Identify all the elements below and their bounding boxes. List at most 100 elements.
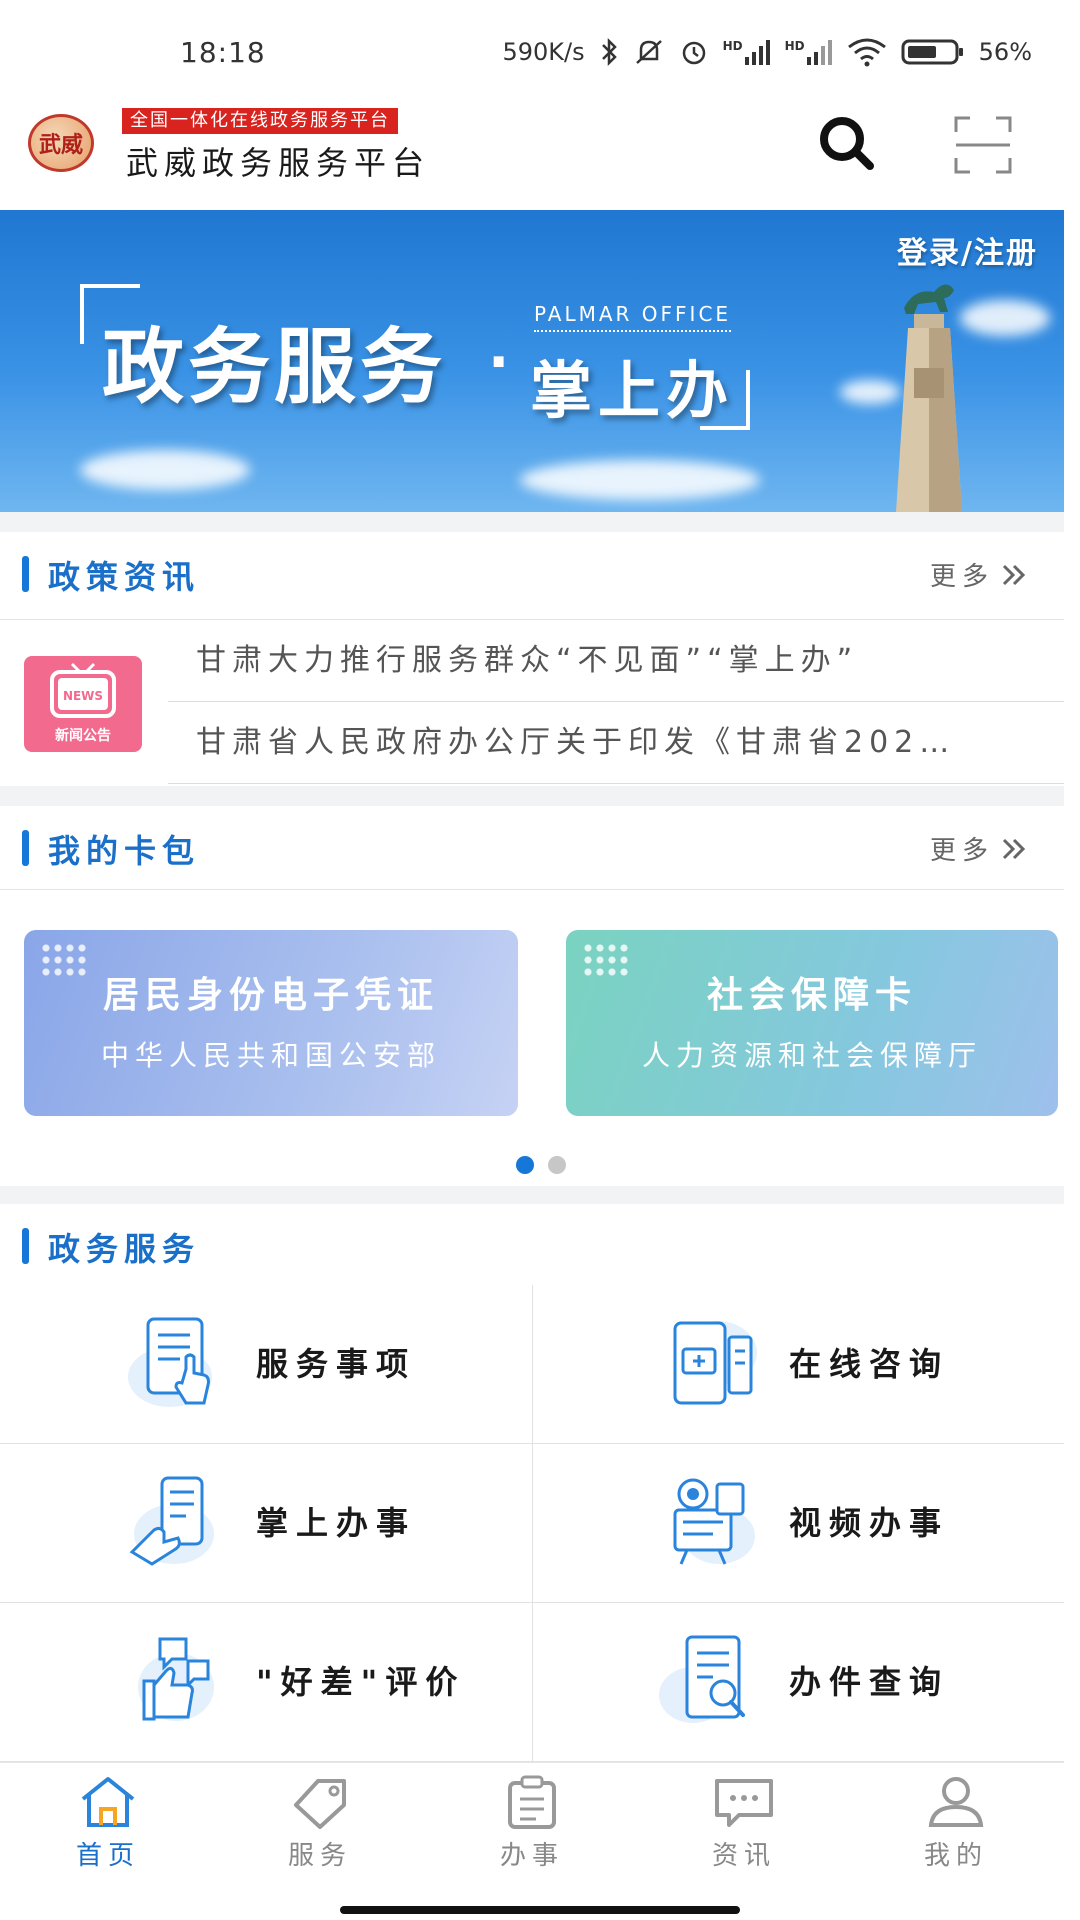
- service-item-mobile-handling[interactable]: 掌上办事: [0, 1444, 532, 1603]
- signal-2-icon: HD: [785, 39, 833, 65]
- net-speed: 590K/s: [502, 38, 585, 66]
- policy-news-list: NEWS 新闻公告 甘肃大力推行服务群众“不见面”“掌上办” 甘肃省人民政府办公…: [0, 620, 1064, 786]
- card-title: 社会保障卡: [706, 975, 917, 1016]
- bottom-nav: 首页 服务 办事 资讯 我的: [0, 1762, 1064, 1920]
- clipboard-icon: [508, 1775, 556, 1829]
- nav-label: 我的: [923, 1841, 988, 1871]
- status-icons: 590K/s HD HD 56%: [502, 30, 1032, 74]
- card-title: 居民身份电子凭证: [102, 975, 439, 1016]
- chat-icon: [715, 1779, 773, 1827]
- platform-subtitle: 全国一体化在线政务服务平台: [122, 108, 398, 134]
- services-grid: 服务事项 在线咨询 掌上办事 视频办事 "好差"评价 办件查询: [0, 1285, 1064, 1763]
- status-time: 18:18: [180, 36, 266, 69]
- services-section-title: 政务服务: [48, 1230, 201, 1268]
- policy-more-link[interactable]: 更多: [930, 556, 1028, 593]
- news-item[interactable]: 甘肃省人民政府办公厅关于印发《甘肃省202…: [168, 702, 1064, 784]
- tag-icon: [294, 1779, 346, 1829]
- services-section-header: 政务服务: [0, 1204, 1064, 1286]
- battery-icon: [901, 38, 965, 66]
- nav-item-home[interactable]: 首页: [48, 1775, 168, 1872]
- video-service-icon: [673, 1478, 755, 1565]
- pager-dot-active[interactable]: [516, 1156, 534, 1174]
- thumbs-up-rating-icon: [138, 1637, 214, 1721]
- svg-text:新闻公告: 新闻公告: [55, 727, 111, 744]
- double-chevron-right-icon: [1002, 838, 1026, 859]
- pager-dot[interactable]: [548, 1156, 566, 1174]
- news-item[interactable]: 甘肃大力推行服务群众“不见面”“掌上办”: [168, 620, 1064, 702]
- phone-hand-icon: [129, 1476, 214, 1566]
- wallet-cards-carousel: 居民身份电子凭证 中华人民共和国公安部 社会保障卡 人力资源和社会保障厅: [0, 890, 1064, 1186]
- horse-monument-image: [896, 284, 962, 512]
- service-label: 在线咨询: [789, 1345, 950, 1383]
- banner-en-text: PALMAR OFFICE: [534, 302, 732, 332]
- nav-label: 资讯: [711, 1841, 776, 1871]
- policy-section-header: 政策资讯 更多: [0, 532, 1064, 620]
- status-bar: 18:18 590K/s HD HD 56%: [0, 0, 1080, 100]
- nav-item-mine[interactable]: 我的: [896, 1775, 1016, 1872]
- nav-item-affairs[interactable]: 办事: [472, 1775, 592, 1872]
- mute-bell-icon: [633, 37, 665, 67]
- section-gap: [0, 512, 1064, 532]
- wallet-section-header: 我的卡包 更多: [0, 806, 1064, 890]
- hero-banner[interactable]: 政务服务 · PALMAR OFFICE 掌上办 登录/注册: [0, 210, 1064, 512]
- signal-2-label: HD: [784, 39, 805, 53]
- wallet-more-link[interactable]: 更多: [930, 830, 1028, 867]
- document-search-icon: [659, 1635, 745, 1723]
- login-register-link[interactable]: 登录/注册: [897, 228, 1038, 272]
- nav-label: 办事: [499, 1841, 564, 1871]
- news-announcement-icon: NEWS 新闻公告: [24, 656, 142, 752]
- section-accent-bar: [22, 1228, 29, 1264]
- service-item-online-consult[interactable]: 在线咨询: [532, 1285, 1064, 1444]
- section-accent-bar: [22, 556, 29, 592]
- nav-item-services[interactable]: 服务: [260, 1775, 380, 1872]
- nav-item-news[interactable]: 资讯: [684, 1775, 804, 1872]
- alarm-icon: [679, 37, 709, 67]
- home-indicator[interactable]: [340, 1906, 740, 1914]
- service-item-rating[interactable]: "好差"评价: [0, 1603, 532, 1762]
- section-gap: [0, 786, 1064, 806]
- wallet-section-title: 我的卡包: [48, 832, 201, 870]
- social-security-card[interactable]: 社会保障卡 人力资源和社会保障厅: [566, 930, 1058, 1116]
- card-issuer: 中华人民共和国公安部: [100, 1039, 441, 1072]
- online-consult-icon: [673, 1321, 757, 1405]
- service-label: 办件查询: [789, 1663, 950, 1701]
- section-gap: [0, 1186, 1064, 1204]
- banner-main-text: 政务服务: [102, 320, 447, 415]
- signal-1-label: HD: [722, 39, 743, 53]
- more-label: 更多: [929, 562, 994, 592]
- service-label: 服务事项: [256, 1345, 417, 1383]
- service-item-case-query[interactable]: 办件查询: [532, 1603, 1064, 1762]
- search-button[interactable]: [816, 114, 878, 174]
- carousel-pager[interactable]: [516, 1156, 566, 1174]
- double-chevron-right-icon: [1002, 564, 1026, 585]
- card-issuer: 人力资源和社会保障厅: [641, 1039, 982, 1072]
- nav-label: 首页: [75, 1841, 140, 1871]
- banner-dot: ·: [488, 330, 510, 395]
- app-title: 武威政务服务平台: [126, 144, 431, 182]
- tablet-touch-icon: [128, 1317, 212, 1407]
- wifi-icon: [847, 37, 887, 67]
- service-label: 掌上办事: [256, 1504, 417, 1542]
- app-logo: 武威: [28, 114, 94, 172]
- service-label: 视频办事: [789, 1504, 950, 1542]
- search-icon: [820, 117, 874, 170]
- more-label: 更多: [929, 836, 994, 866]
- home-icon: [81, 1777, 135, 1827]
- scan-button[interactable]: [952, 114, 1014, 176]
- signal-1-icon: HD: [723, 39, 771, 65]
- logo-text: 武威: [38, 132, 83, 158]
- app-header: 武威 全国一体化在线政务服务平台 武威政务服务平台: [0, 100, 1080, 208]
- policy-section-title: 政策资讯: [48, 558, 201, 596]
- nav-label: 服务: [287, 1841, 352, 1871]
- resident-id-card[interactable]: 居民身份电子凭证 中华人民共和国公安部: [24, 930, 518, 1116]
- service-label: "好差"评价: [256, 1663, 466, 1701]
- bluetooth-icon: [599, 37, 619, 67]
- section-accent-bar: [22, 830, 29, 866]
- service-item-video-handling[interactable]: 视频办事: [532, 1444, 1064, 1603]
- battery-level: 56%: [978, 38, 1032, 66]
- banner-bracket-right: [700, 370, 750, 430]
- service-item-service-matters[interactable]: 服务事项: [0, 1285, 532, 1444]
- svg-text:NEWS: NEWS: [63, 689, 103, 703]
- scan-icon: [954, 116, 1012, 174]
- user-icon: [928, 1777, 984, 1827]
